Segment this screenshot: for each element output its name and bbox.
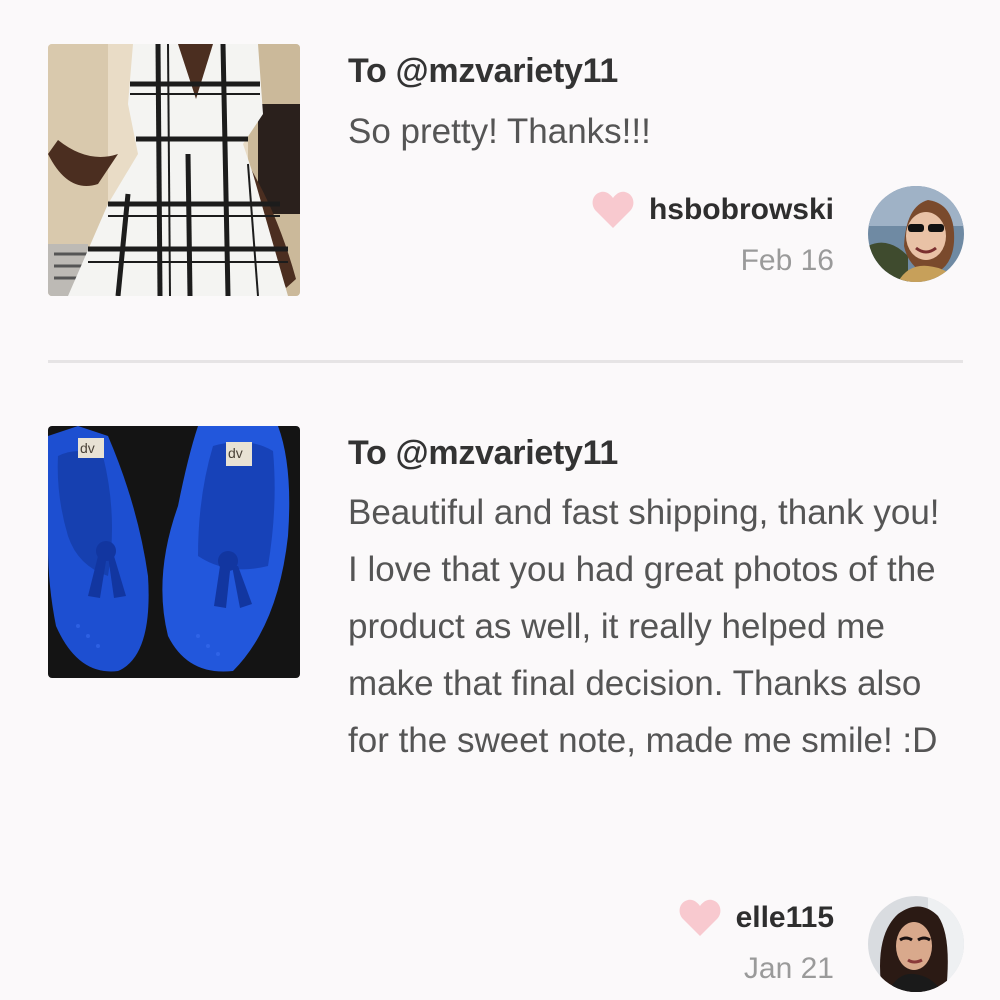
heart-icon bbox=[679, 899, 720, 936]
review-author-row: hsbobrowski bbox=[591, 190, 834, 230]
shoes-photo-icon: dv dv bbox=[48, 426, 300, 678]
review-author-row: elle115 bbox=[678, 898, 834, 938]
heart-icon bbox=[592, 191, 634, 228]
shoes-photo-thumbnail[interactable]: dv dv bbox=[48, 426, 300, 678]
review-meta: hsbobrowski Feb 16 bbox=[591, 190, 834, 278]
review-item: To @mzvariety11 So pretty! Thanks!!! hsb… bbox=[0, 0, 1000, 340]
review-username[interactable]: hsbobrowski bbox=[649, 193, 834, 227]
svg-text:dv: dv bbox=[80, 440, 95, 456]
dress-photo-icon bbox=[48, 44, 300, 296]
svg-text:dv: dv bbox=[228, 445, 243, 461]
user-avatar-icon bbox=[868, 896, 964, 992]
user-avatar[interactable] bbox=[868, 186, 964, 282]
review-date: Feb 16 bbox=[740, 244, 834, 277]
review-username[interactable]: elle115 bbox=[736, 901, 834, 935]
review-item: dv dv To @mzvariety11 Beautiful and fast… bbox=[0, 380, 1000, 1000]
review-divider bbox=[48, 360, 963, 363]
review-meta: elle115 Jan 21 bbox=[678, 898, 834, 986]
user-avatar[interactable] bbox=[868, 896, 964, 992]
review-recipient[interactable]: To @mzvariety11 bbox=[348, 434, 618, 473]
review-message: So pretty! Thanks!!! bbox=[348, 112, 651, 151]
user-avatar-icon bbox=[868, 186, 964, 282]
reviews-page: To @mzvariety11 So pretty! Thanks!!! hsb… bbox=[0, 0, 1000, 1000]
dress-photo-thumbnail[interactable] bbox=[48, 44, 300, 296]
review-date: Jan 21 bbox=[743, 952, 834, 985]
review-message: Beautiful and fast shipping, thank you! … bbox=[348, 493, 940, 760]
review-recipient[interactable]: To @mzvariety11 bbox=[348, 52, 618, 91]
